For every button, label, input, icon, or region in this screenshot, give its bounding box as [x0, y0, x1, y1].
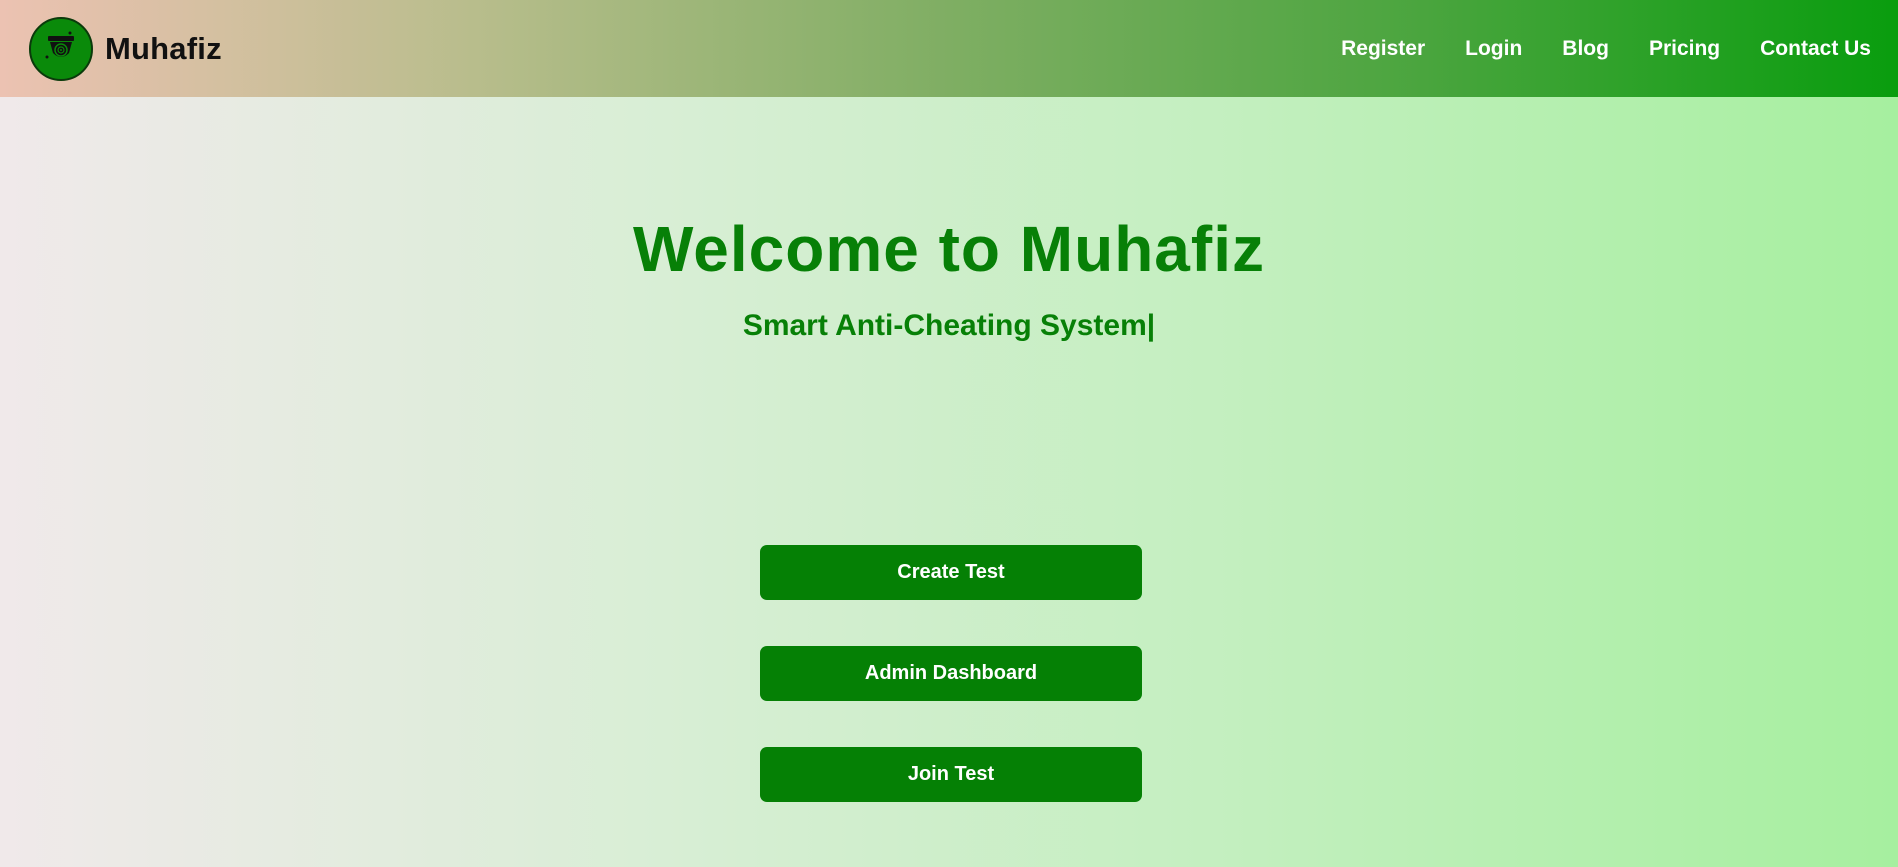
brand[interactable]: Muhafiz	[29, 16, 222, 81]
nav-links: Register Login Blog Pricing Contact Us	[1301, 37, 1871, 61]
hero-title: Welcome to Muhafiz	[633, 213, 1265, 285]
camera-surveillance-icon	[45, 31, 74, 58]
join-test-button[interactable]: Join Test	[760, 747, 1142, 802]
nav-link-login[interactable]: Login	[1465, 37, 1522, 61]
nav-link-pricing[interactable]: Pricing	[1649, 37, 1720, 61]
nav-link-contact-us[interactable]: Contact Us	[1760, 37, 1871, 61]
navbar: Muhafiz Register Login Blog Pricing Cont…	[0, 0, 1898, 97]
nav-link-blog[interactable]: Blog	[1562, 37, 1609, 61]
logo[interactable]	[29, 16, 93, 81]
create-test-button[interactable]: Create Test	[760, 545, 1142, 600]
brand-name[interactable]: Muhafiz	[105, 31, 222, 67]
hero-subtitle: Smart Anti-Cheating System|	[742, 309, 1156, 342]
admin-dashboard-button[interactable]: Admin Dashboard	[760, 646, 1142, 701]
nav-link-register[interactable]: Register	[1341, 37, 1425, 61]
